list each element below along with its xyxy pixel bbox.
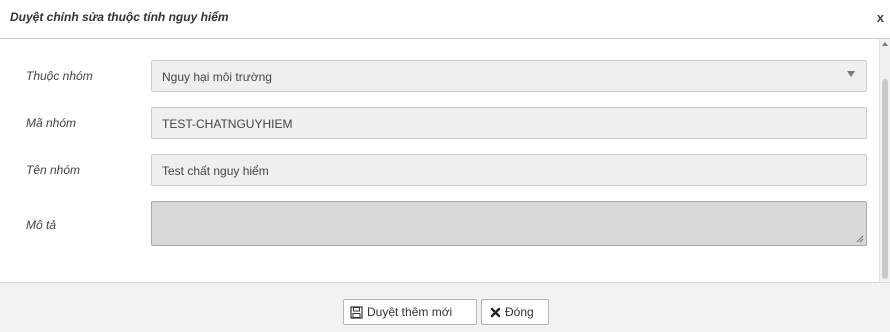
approve-button-label: Duyệt thêm mới [367, 305, 453, 319]
dialog-footer: Duyệt thêm mới Đóng [0, 282, 890, 332]
name-label: Tên nhóm [26, 163, 81, 177]
dialog-body: Thuộc nhóm Nguy hại môi trường Mã nhóm T… [0, 39, 880, 282]
approve-button[interactable]: Duyệt thêm mới [343, 299, 477, 325]
group-select-value: Nguy hại môi trường [162, 70, 272, 84]
group-label: Thuộc nhóm [26, 69, 93, 83]
name-input[interactable]: Test chất nguy hiểm [151, 154, 867, 186]
vertical-scrollbar[interactable] [879, 39, 890, 282]
save-icon [350, 305, 363, 319]
resize-handle-icon[interactable] [856, 235, 864, 243]
dialog-header: Duyệt chỉnh sửa thuộc tính nguy hiểm x [0, 0, 890, 39]
description-textarea[interactable] [151, 201, 867, 246]
scroll-up-icon[interactable] [882, 42, 888, 46]
chevron-down-icon [847, 71, 855, 77]
close-button-label: Đóng [505, 305, 534, 319]
code-input-value: TEST-CHATNGUYHIEM [162, 117, 293, 131]
dialog-close-button[interactable]: x [877, 10, 884, 25]
description-label: Mô tả [26, 218, 57, 232]
dialog: Duyệt chỉnh sửa thuộc tính nguy hiểm x T… [0, 0, 890, 332]
group-select[interactable]: Nguy hại môi trường [151, 60, 867, 92]
scrollbar-thumb[interactable] [882, 79, 888, 279]
close-button[interactable]: Đóng [481, 299, 549, 325]
close-icon [490, 307, 501, 317]
code-label: Mã nhóm [26, 116, 77, 130]
name-input-value: Test chất nguy hiểm [162, 164, 269, 178]
dialog-title: Duyệt chỉnh sửa thuộc tính nguy hiểm [10, 10, 229, 24]
code-input[interactable]: TEST-CHATNGUYHIEM [151, 107, 867, 139]
